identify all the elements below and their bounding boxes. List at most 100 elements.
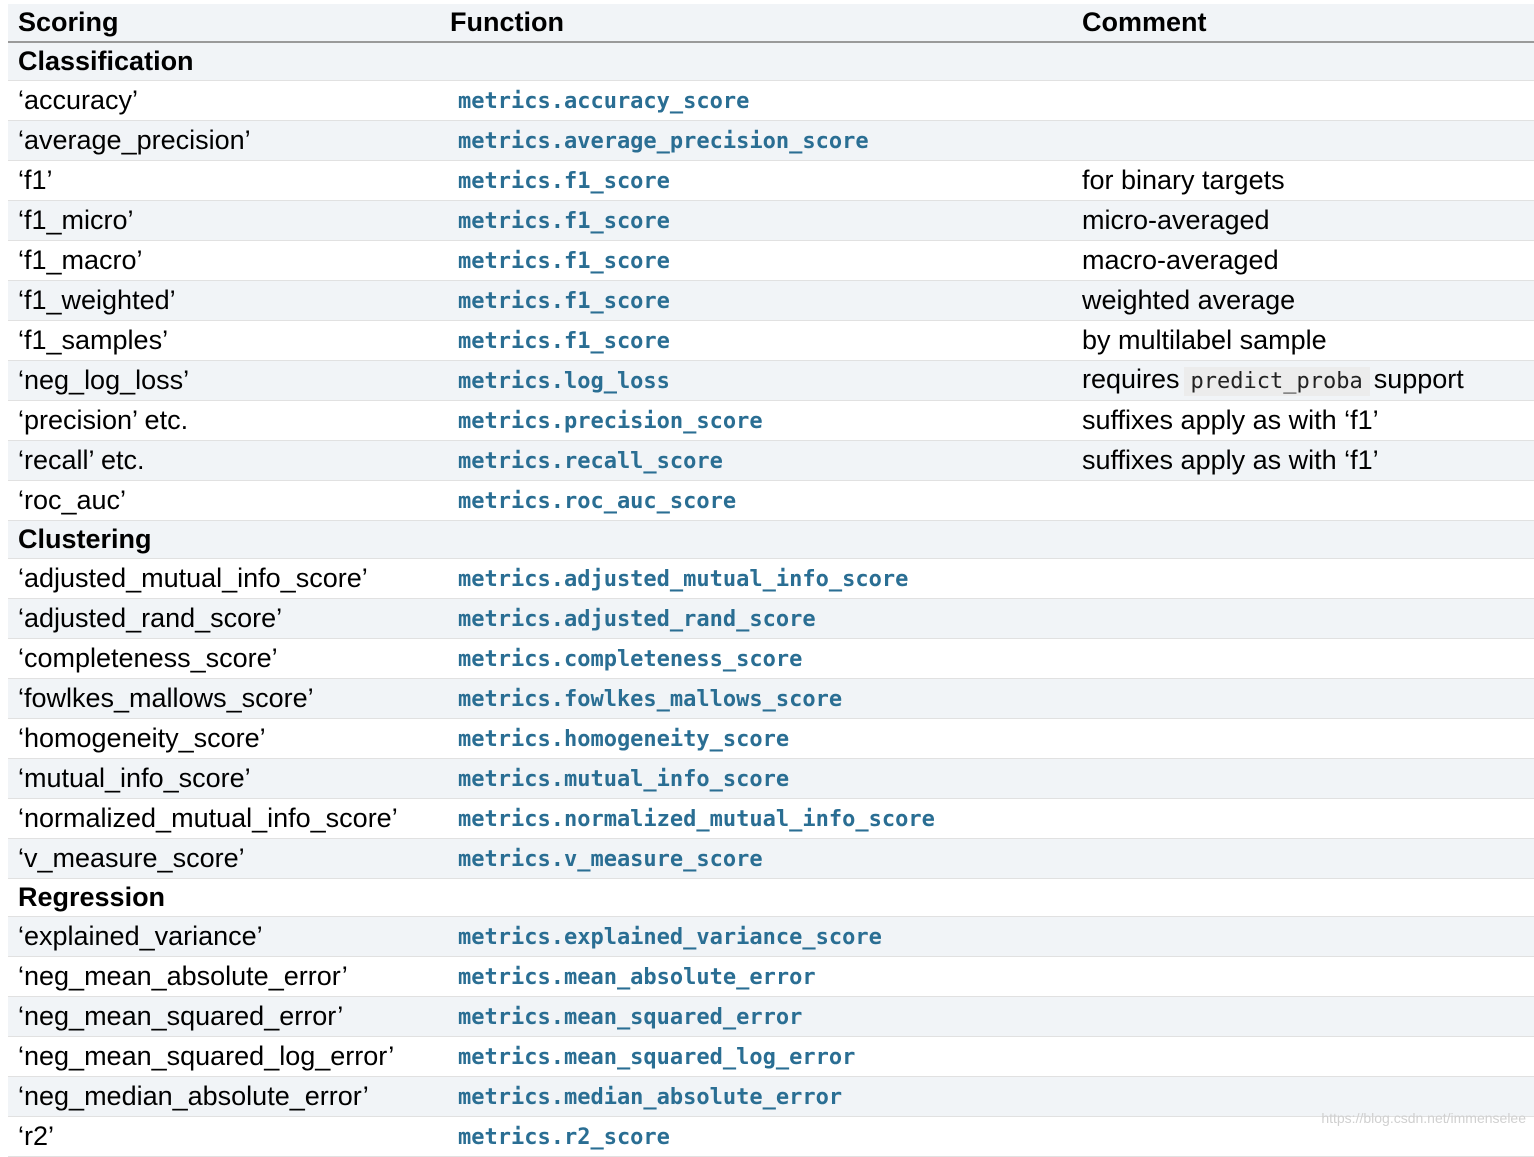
function-cell: metrics.completeness_score bbox=[448, 638, 1072, 679]
comment-cell: weighted average bbox=[1072, 280, 1534, 321]
table-row: ‘neg_median_absolute_error’ metrics.media… bbox=[8, 1076, 1534, 1117]
header-function: Function bbox=[448, 4, 1072, 43]
function-link[interactable]: metrics.adjusted_rand_score bbox=[458, 607, 816, 632]
scoring-cell: ‘roc_auc’ bbox=[8, 480, 448, 521]
function-link[interactable]: metrics.fowlkes_mallows_score bbox=[458, 687, 842, 712]
comment-cell bbox=[1072, 120, 1534, 161]
table-row: ‘v_measure_score’ metrics.v_measure_score bbox=[8, 838, 1534, 879]
function-link[interactable]: metrics.completeness_score bbox=[458, 647, 802, 672]
scoring-cell: ‘recall’ etc. bbox=[8, 440, 448, 481]
function-cell: metrics.adjusted_rand_score bbox=[448, 598, 1072, 639]
function-link[interactable]: metrics.f1_score bbox=[458, 169, 670, 194]
scoring-cell: ‘f1’ bbox=[8, 160, 448, 201]
function-link[interactable]: metrics.adjusted_mutual_info_score bbox=[458, 567, 908, 592]
function-link[interactable]: metrics.median_absolute_error bbox=[458, 1085, 842, 1110]
comment-cell bbox=[1072, 718, 1534, 759]
comment-text-before: requires bbox=[1082, 364, 1180, 394]
table-row: ‘neg_mean_squared_log_error’ metrics.mean… bbox=[8, 1036, 1534, 1077]
function-link[interactable]: metrics.f1_score bbox=[458, 209, 670, 234]
table-row: ‘neg_log_loss’ metrics.log_loss requires pr… bbox=[8, 360, 1534, 401]
comment-cell: suffixes apply as with ‘f1’ bbox=[1072, 400, 1534, 441]
comment-cell bbox=[1072, 996, 1534, 1037]
table-row: ‘f1’ metrics.f1_score for binary targets bbox=[8, 160, 1534, 201]
table-row: ‘fowlkes_mallows_score’ metrics.fowlkes_m… bbox=[8, 678, 1534, 719]
function-link[interactable]: metrics.r2_score bbox=[458, 1125, 670, 1150]
function-cell: metrics.recall_score bbox=[448, 440, 1072, 481]
function-cell: metrics.log_loss bbox=[448, 360, 1072, 401]
comment-text: by multilabel sample bbox=[1082, 325, 1327, 355]
function-link[interactable]: metrics.recall_score bbox=[458, 449, 723, 474]
comment-text: macro-averaged bbox=[1082, 245, 1279, 275]
comment-cell bbox=[1072, 558, 1534, 599]
function-link[interactable]: metrics.f1_score bbox=[458, 249, 670, 274]
function-cell: metrics.r2_score bbox=[448, 1116, 1072, 1157]
function-cell: metrics.average_precision_score bbox=[448, 120, 1072, 161]
function-cell: metrics.mean_absolute_error bbox=[448, 956, 1072, 997]
function-link[interactable]: metrics.mutual_info_score bbox=[458, 767, 789, 792]
header-scoring: Scoring bbox=[8, 4, 448, 43]
function-link[interactable]: metrics.normalized_mutual_info_score bbox=[458, 807, 935, 832]
comment-cell bbox=[1072, 798, 1534, 839]
function-cell: metrics.f1_score bbox=[448, 200, 1072, 241]
table-row: ‘completeness_score’ metrics.completeness… bbox=[8, 638, 1534, 679]
section-row-clustering: Clustering bbox=[8, 520, 1534, 559]
function-link[interactable]: metrics.mean_absolute_error bbox=[458, 965, 816, 990]
table-row: ‘adjusted_mutual_info_score’ metrics.adju… bbox=[8, 558, 1534, 599]
scoring-cell: ‘normalized_mutual_info_score’ bbox=[8, 798, 448, 839]
comment-text-after: support bbox=[1373, 364, 1464, 394]
function-link[interactable]: metrics.v_measure_score bbox=[458, 847, 763, 872]
function-link[interactable]: metrics.accuracy_score bbox=[458, 89, 749, 114]
section-title: Clustering bbox=[8, 520, 1534, 559]
comment-cell bbox=[1072, 956, 1534, 997]
comment-inline-code: predict_proba bbox=[1183, 367, 1370, 396]
section-row-classification: Classification bbox=[8, 42, 1534, 81]
function-cell: metrics.adjusted_mutual_info_score bbox=[448, 558, 1072, 599]
comment-cell bbox=[1072, 916, 1534, 957]
function-cell: metrics.mean_squared_log_error bbox=[448, 1036, 1072, 1077]
comment-cell bbox=[1072, 678, 1534, 719]
table-row: ‘neg_mean_absolute_error’ metrics.mean_ab… bbox=[8, 956, 1534, 997]
scoring-cell: ‘f1_micro’ bbox=[8, 200, 448, 241]
function-cell: metrics.mean_squared_error bbox=[448, 996, 1072, 1037]
comment-cell: requires predict_proba support bbox=[1072, 360, 1534, 401]
function-link[interactable]: metrics.precision_score bbox=[458, 409, 763, 434]
table-row: ‘explained_variance’ metrics.explained_va… bbox=[8, 916, 1534, 957]
comment-cell: macro-averaged bbox=[1072, 240, 1534, 281]
function-link[interactable]: metrics.log_loss bbox=[458, 369, 670, 394]
function-link[interactable]: metrics.explained_variance_score bbox=[458, 925, 882, 950]
comment-text: weighted average bbox=[1082, 285, 1296, 315]
function-cell: metrics.explained_variance_score bbox=[448, 916, 1072, 957]
function-cell: metrics.normalized_mutual_info_score bbox=[448, 798, 1072, 839]
table-body: Classification ‘accuracy’ metrics.accuracy… bbox=[8, 42, 1534, 1157]
table-row: ‘average_precision’ metrics.average_preci… bbox=[8, 120, 1534, 161]
function-link[interactable]: metrics.f1_score bbox=[458, 289, 670, 314]
table-row: ‘r2’ metrics.r2_score bbox=[8, 1116, 1534, 1157]
comment-cell bbox=[1072, 80, 1534, 121]
scoring-cell: ‘neg_mean_absolute_error’ bbox=[8, 956, 448, 997]
scoring-cell: ‘neg_median_absolute_error’ bbox=[8, 1076, 448, 1117]
scoring-cell: ‘neg_log_loss’ bbox=[8, 360, 448, 401]
header-row: Scoring Function Comment bbox=[8, 4, 1534, 43]
function-link[interactable]: metrics.average_precision_score bbox=[458, 129, 869, 154]
function-cell: metrics.f1_score bbox=[448, 160, 1072, 201]
comment-text: for binary targets bbox=[1082, 165, 1285, 195]
table-row: ‘f1_samples’ metrics.f1_score by multilabe… bbox=[8, 320, 1534, 361]
scoring-cell: ‘f1_macro’ bbox=[8, 240, 448, 281]
function-link[interactable]: metrics.roc_auc_score bbox=[458, 489, 736, 514]
table-row: ‘normalized_mutual_info_score’ metrics.no… bbox=[8, 798, 1534, 839]
scoring-cell: ‘accuracy’ bbox=[8, 80, 448, 121]
function-link[interactable]: metrics.f1_score bbox=[458, 329, 670, 354]
function-link[interactable]: metrics.homogeneity_score bbox=[458, 727, 789, 752]
scoring-cell: ‘r2’ bbox=[8, 1116, 448, 1157]
table-row: ‘roc_auc’ metrics.roc_auc_score bbox=[8, 480, 1534, 521]
scoring-cell: ‘f1_samples’ bbox=[8, 320, 448, 361]
table-row: ‘adjusted_rand_score’ metrics.adjusted_ra… bbox=[8, 598, 1534, 639]
table-row: ‘f1_weighted’ metrics.f1_score weighted av… bbox=[8, 280, 1534, 321]
scoring-cell: ‘completeness_score’ bbox=[8, 638, 448, 679]
function-link[interactable]: metrics.mean_squared_log_error bbox=[458, 1045, 855, 1070]
table-row: ‘recall’ etc. metrics.recall_score suffixe… bbox=[8, 440, 1534, 481]
function-link[interactable]: metrics.mean_squared_error bbox=[458, 1005, 802, 1030]
function-cell: metrics.roc_auc_score bbox=[448, 480, 1072, 521]
comment-cell bbox=[1072, 638, 1534, 679]
scoring-cell: ‘fowlkes_mallows_score’ bbox=[8, 678, 448, 719]
